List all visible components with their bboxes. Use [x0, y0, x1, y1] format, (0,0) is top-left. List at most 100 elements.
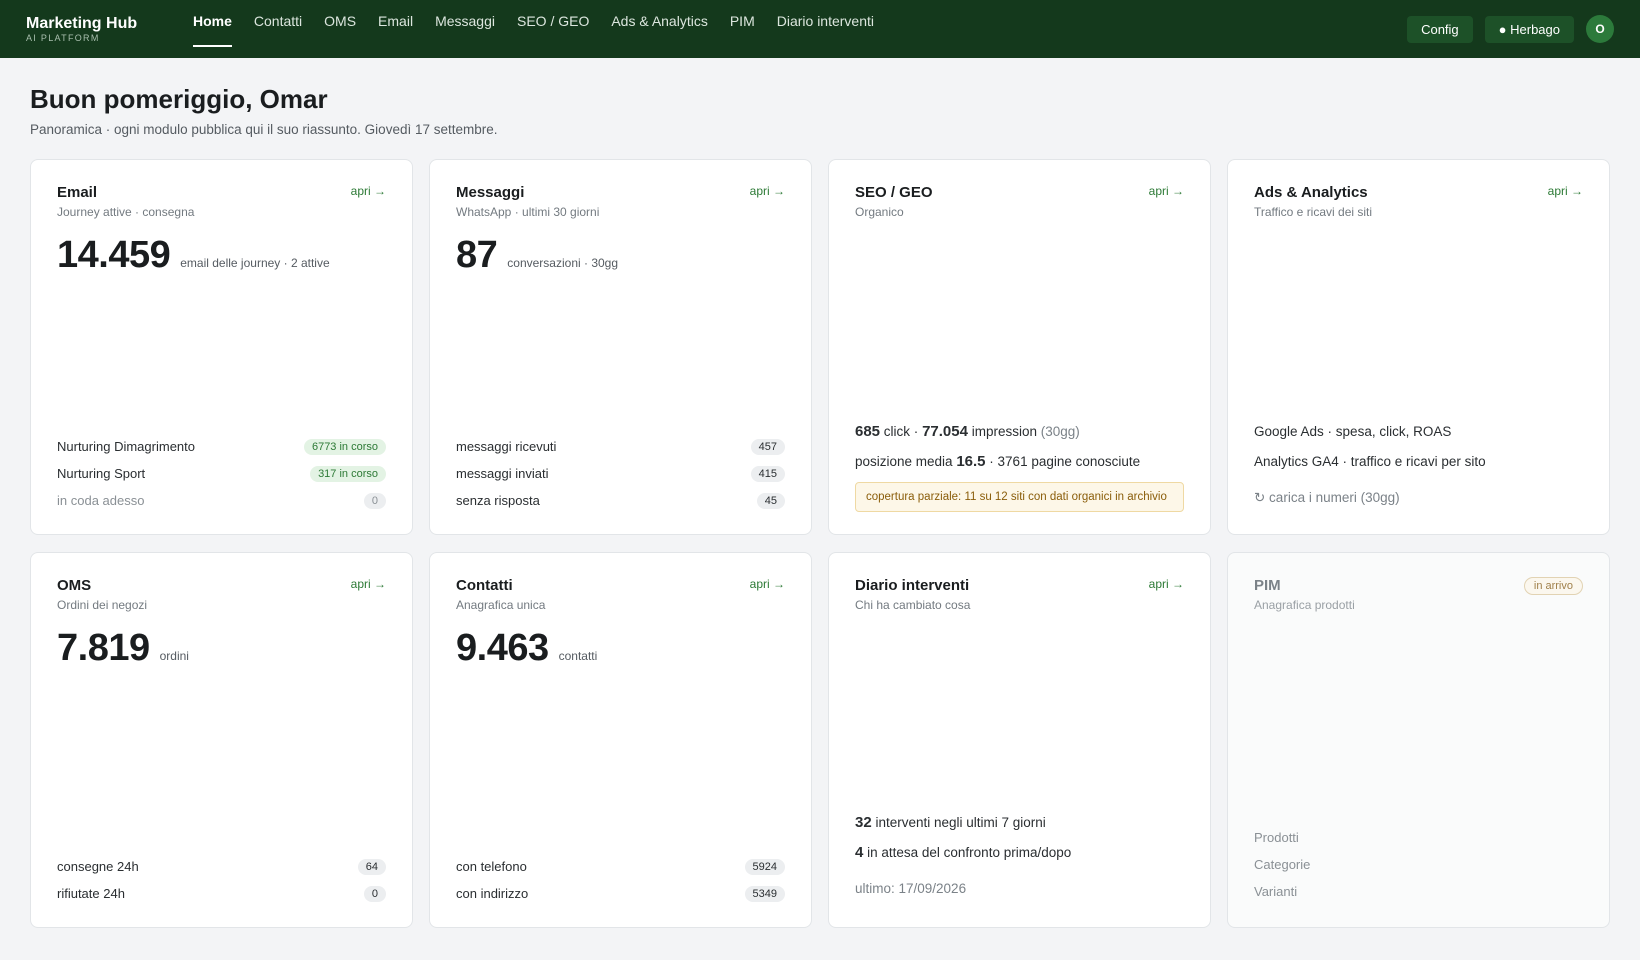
open-messaggi-link[interactable]: apri → [750, 184, 785, 198]
open-diario-link[interactable]: apri → [1149, 577, 1184, 591]
nav-home[interactable]: Home [193, 0, 243, 58]
row-label: messaggi ricevuti [456, 439, 557, 454]
card-messaggi: Messaggi WhatsApp · ultimi 30 giorni apr… [429, 159, 812, 535]
page-subtitle: Panoramica · ogni modulo pubblica qui il… [30, 122, 498, 137]
clicks-value: 685 [855, 423, 881, 440]
open-email-link[interactable]: apri → [351, 184, 386, 198]
open-oms-link[interactable]: apri → [351, 577, 386, 591]
row-label: con indirizzo [456, 886, 529, 901]
nav-diario-interventi[interactable]: Diario interventi [766, 0, 885, 58]
nav-seo-geo[interactable]: SEO / GEO [506, 0, 600, 58]
nav-oms[interactable]: OMS [313, 0, 367, 58]
kpi-value: 9.463 [456, 627, 549, 669]
nav-ads-analytics[interactable]: Ads & Analytics [600, 0, 719, 58]
open-ads-link[interactable]: apri → [1548, 184, 1583, 198]
clicks-impressions-line: 685 click · 77.054 impression (30gg) [855, 422, 1184, 442]
count-badge: 0 [363, 885, 386, 902]
impressions-value: 77.054 [922, 423, 968, 440]
list-item: rifiutate 24h 0 [57, 880, 386, 907]
open-contatti-link[interactable]: apri → [750, 577, 785, 591]
brand-logo[interactable]: Marketing Hub AI PLATFORM [26, 15, 167, 44]
interventions-count: 32 [855, 814, 872, 831]
top-right-actions: Config ● Herbago O [1395, 15, 1614, 43]
open-seo-link[interactable]: apri → [1149, 184, 1184, 198]
card-ads-analytics: Ads & Analytics Traffico e ricavi dei si… [1227, 159, 1610, 535]
count-badge: 415 [750, 465, 785, 482]
status-badge: 6773 in corso [303, 438, 386, 455]
row-label: messaggi inviati [456, 466, 549, 481]
card-oms: OMS Ordini dei negozi apri → 7.819 ordin… [30, 552, 413, 928]
card-title: Contatti [456, 577, 513, 594]
row-label: Nurturing Sport [57, 466, 146, 481]
count-badge: 5924 [744, 858, 785, 875]
card-title: OMS [57, 577, 92, 594]
card-pim: PIM Anagrafica prodotti in arrivo Prodot… [1227, 552, 1610, 928]
coming-soon-badge: in arrivo [1523, 577, 1583, 595]
interventions-line: 32 interventi negli ultimi 7 giorni [855, 813, 1184, 833]
count-badge: 45 [756, 492, 785, 509]
nav-pim[interactable]: PIM [719, 0, 766, 58]
card-subtitle: Anagrafica unica [456, 598, 546, 612]
load-numbers-button[interactable]: ↻ carica i numeri (30gg) [1254, 488, 1583, 508]
coverage-warning: copertura parziale: 11 su 12 siti con da… [855, 482, 1184, 512]
kpi-label: conversazioni · 30gg [507, 256, 619, 270]
pim-item-categorie: Categorie [1254, 857, 1311, 872]
row-label: rifiutate 24h [57, 886, 125, 901]
card-title: SEO / GEO [855, 184, 933, 201]
list-item: messaggi ricevuti 457 [456, 433, 785, 460]
kpi-label: ordini [159, 649, 189, 663]
position-label: posizione media [855, 454, 953, 469]
row-label: Nurturing Dimagrimento [57, 439, 195, 454]
card-contatti: Contatti Anagrafica unica apri → 9.463 c… [429, 552, 812, 928]
row-label: senza risposta [456, 493, 540, 508]
card-subtitle: Traffico e ricavi dei siti [1254, 205, 1373, 219]
kpi-label: contatti [558, 649, 598, 663]
list-item: Nurturing Sport 317 in corso [57, 460, 386, 487]
kpi-value: 14.459 [57, 234, 171, 276]
ga4-line: Analytics GA4 · traffico e ricavi per si… [1254, 454, 1486, 469]
card-title: Messaggi [456, 184, 525, 201]
card-title: PIM [1254, 577, 1281, 594]
card-diario-interventi: Diario interventi Chi ha cambiato cosa a… [828, 552, 1211, 928]
nav-contatti[interactable]: Contatti [243, 0, 313, 58]
clicks-label: click · [883, 424, 919, 439]
list-item: Nurturing Dimagrimento 6773 in corso [57, 433, 386, 460]
count-badge: 0 [363, 492, 386, 509]
top-navbar: Marketing Hub AI PLATFORM Home Contatti … [0, 0, 1640, 58]
card-subtitle: Chi ha cambiato cosa [855, 598, 971, 612]
config-button[interactable]: Config [1407, 15, 1473, 43]
page-title: Buon pomeriggio, Omar [30, 84, 328, 114]
avatar[interactable]: O [1586, 15, 1614, 43]
card-subtitle: Anagrafica prodotti [1254, 598, 1355, 612]
kpi-label: email delle journey · 2 attive [180, 256, 330, 270]
nav-email[interactable]: Email [367, 0, 424, 58]
count-badge: 457 [750, 438, 785, 455]
list-item: con telefono 5924 [456, 853, 785, 880]
card-subtitle: Organico [855, 205, 904, 219]
pending-line: 4 in attesa del confronto prima/dopo [855, 843, 1184, 863]
list-item: senza risposta 45 [456, 487, 785, 514]
card-title: Ads & Analytics [1254, 184, 1368, 201]
nav-messaggi[interactable]: Messaggi [424, 0, 506, 58]
list-item: con indirizzo 5349 [456, 880, 785, 907]
card-subtitle: Journey attive · consegna [57, 205, 195, 219]
main-nav: Home Contatti OMS Email Messaggi SEO / G… [193, 0, 885, 58]
status-badge: 317 in corso [310, 465, 386, 482]
card-email: Email Journey attive · consegna apri → 1… [30, 159, 413, 535]
pages-label: · 3761 pagine conosciute [989, 454, 1141, 469]
row-label: in coda adesso [57, 493, 145, 508]
card-subtitle: WhatsApp · ultimi 30 giorni [456, 205, 600, 219]
pim-item-varianti: Varianti [1254, 884, 1298, 899]
last-intervention: ultimo: 17/09/2026 [855, 881, 967, 896]
row-label: consegne 24h [57, 859, 139, 874]
row-label: con telefono [456, 859, 527, 874]
pending-label: in attesa del confronto prima/dopo [867, 845, 1072, 860]
card-title: Diario interventi [855, 577, 970, 594]
card-title: Email [57, 184, 98, 201]
site-selector-button[interactable]: ● Herbago [1484, 15, 1574, 43]
brand-name: Marketing Hub [26, 14, 138, 32]
count-badge: 5349 [744, 885, 785, 902]
pending-count: 4 [855, 844, 864, 861]
card-seo-geo: SEO / GEO Organico apri → 685 click · 77… [828, 159, 1211, 535]
interventions-label: interventi negli ultimi 7 giorni [875, 815, 1046, 830]
